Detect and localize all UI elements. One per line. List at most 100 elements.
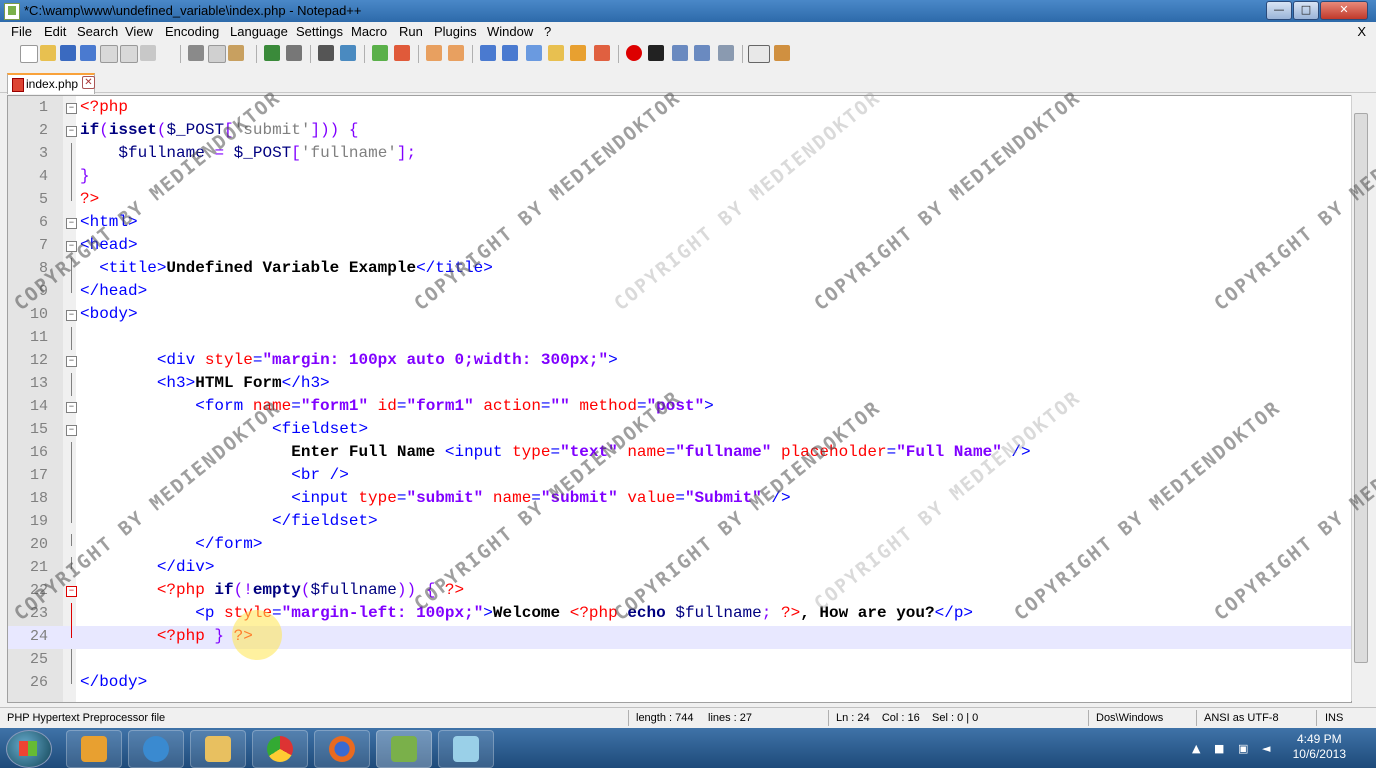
doc-map-icon[interactable] <box>570 45 586 61</box>
code-line[interactable]: 13 <h3>HTML Form</h3> <box>8 373 1351 396</box>
run-macro-multiple-icon[interactable] <box>694 45 710 61</box>
menu-search[interactable]: Search <box>77 24 118 39</box>
code-line[interactable]: 20 </form> <box>8 534 1351 557</box>
show-all-chars-icon[interactable] <box>502 45 518 61</box>
fold-toggle-icon[interactable]: − <box>66 103 77 114</box>
start-button[interactable] <box>6 730 52 768</box>
menu-file[interactable]: File <box>11 24 32 39</box>
menu-window[interactable]: Window <box>487 24 533 39</box>
code-line[interactable]: 3 $fullname = $_POST['fullname']; <box>8 143 1351 166</box>
code-line[interactable]: 25 <box>8 649 1351 672</box>
cut-icon[interactable] <box>188 45 204 61</box>
close-button[interactable]: ✕ <box>1320 1 1368 20</box>
minimize-button[interactable]: — <box>1266 1 1292 20</box>
code-line[interactable]: 22 − <?php if(!empty($fullname)) { ?> <box>8 580 1351 603</box>
code-editor[interactable]: 1− <?php 2− if(isset($_POST['submit'])) {3 … <box>7 95 1352 703</box>
code-line[interactable]: 14− <form name="form1" id="form1" action… <box>8 396 1351 419</box>
user-language-icon[interactable] <box>548 45 564 61</box>
sync-vertical-icon[interactable] <box>426 45 442 61</box>
code-line[interactable]: 26 </body> <box>8 672 1351 695</box>
paste-icon[interactable] <box>228 45 244 61</box>
record-macro-icon[interactable] <box>626 45 642 61</box>
save-macro-icon[interactable] <box>718 45 734 61</box>
play-macro-icon[interactable] <box>672 45 688 61</box>
menu-encoding[interactable]: Encoding <box>165 24 219 39</box>
open-file-icon[interactable] <box>40 45 56 61</box>
taskbar-notepad[interactable] <box>438 730 494 768</box>
code-line[interactable]: 4} <box>8 166 1351 189</box>
code-line[interactable]: 19 </fieldset> <box>8 511 1351 534</box>
network-usb-icon[interactable]: ■ <box>1214 742 1226 755</box>
zoom-out-icon[interactable] <box>394 45 410 61</box>
sync-horizontal-icon[interactable] <box>448 45 464 61</box>
taskbar-internet-explorer[interactable] <box>128 730 184 768</box>
vertical-scrollbar[interactable] <box>1351 95 1369 701</box>
fold-toggle-icon[interactable]: − <box>66 586 77 597</box>
fold-toggle-icon[interactable]: − <box>66 218 77 229</box>
code-line[interactable]: 21 </div> <box>8 557 1351 580</box>
copy-icon[interactable] <box>208 45 226 63</box>
code-line[interactable]: 11 <box>8 327 1351 350</box>
redo-icon[interactable] <box>286 45 302 61</box>
close-all-icon[interactable] <box>120 45 138 63</box>
plugin-icon[interactable] <box>774 45 790 61</box>
taskbar-firefox[interactable] <box>314 730 370 768</box>
fold-toggle-icon[interactable]: − <box>66 241 77 252</box>
menu-settings[interactable]: Settings <box>296 24 343 39</box>
taskbar-media-player[interactable] <box>66 730 122 768</box>
close-document-button[interactable]: X <box>1357 24 1366 39</box>
menu-plugins[interactable]: Plugins <box>434 24 477 39</box>
tab-index-php[interactable]: index.php ✕ <box>7 73 95 94</box>
indent-guide-icon[interactable] <box>526 45 542 61</box>
word-wrap-icon[interactable] <box>480 45 496 61</box>
close-file-icon[interactable] <box>100 45 118 63</box>
code-line[interactable]: 8 <title>Undefined Variable Example</tit… <box>8 258 1351 281</box>
code-line[interactable]: 17 <br /> <box>8 465 1351 488</box>
taskbar-chrome[interactable] <box>252 730 308 768</box>
ds-plugin-icon[interactable] <box>748 45 770 63</box>
fold-toggle-icon[interactable]: − <box>66 310 77 321</box>
menu-macro[interactable]: Macro <box>351 24 387 39</box>
taskbar-notepad-plus-plus[interactable] <box>376 730 432 768</box>
code-line[interactable]: 10 − <body> <box>8 304 1351 327</box>
undo-icon[interactable] <box>264 45 280 61</box>
code-line[interactable]: 12 − <div style="margin: 100px auto 0;wid… <box>8 350 1351 373</box>
code-line[interactable]: 15 − <fieldset> <box>8 419 1351 442</box>
show-hidden-icons[interactable]: ▲ <box>1192 742 1204 755</box>
save-all-icon[interactable] <box>80 45 96 61</box>
print-icon[interactable] <box>140 45 156 61</box>
network-icon[interactable]: ▣ <box>1238 742 1250 755</box>
volume-icon[interactable]: ◄ <box>1262 742 1274 755</box>
taskbar-explorer[interactable] <box>190 730 246 768</box>
new-file-icon[interactable] <box>20 45 38 63</box>
fold-toggle-icon[interactable]: − <box>66 425 77 436</box>
fold-toggle-icon[interactable]: − <box>66 356 77 367</box>
find-icon[interactable] <box>318 45 334 61</box>
code-line[interactable]: 23 <p style="margin-left: 100px;">Welcom… <box>8 603 1351 626</box>
fold-toggle-icon[interactable]: − <box>66 402 77 413</box>
code-line[interactable]: 16 Enter Full Name <input type="text" na… <box>8 442 1351 465</box>
code-line[interactable]: 5 ?> <box>8 189 1351 212</box>
maximize-button[interactable]: □ <box>1293 1 1319 20</box>
menu-edit[interactable]: Edit <box>44 24 66 39</box>
stop-macro-icon[interactable] <box>648 45 664 61</box>
function-list-icon[interactable] <box>594 45 610 61</box>
menu-run[interactable]: Run <box>399 24 423 39</box>
fold-toggle-icon[interactable]: − <box>66 126 77 137</box>
menu-language[interactable]: Language <box>230 24 288 39</box>
zoom-in-icon[interactable] <box>372 45 388 61</box>
replace-icon[interactable] <box>340 45 356 61</box>
code-line[interactable]: 18 <input type="submit" name="submit" va… <box>8 488 1351 511</box>
menu-view[interactable]: View <box>125 24 153 39</box>
tab-close-icon[interactable]: ✕ <box>82 76 95 89</box>
code-line[interactable]: 24 <?php } ?> <box>8 626 1351 649</box>
system-clock[interactable]: 4:49 PM 10/6/2013 <box>1293 732 1346 762</box>
code-line[interactable]: 1 − <?php <box>8 97 1351 120</box>
save-icon[interactable] <box>60 45 76 61</box>
scrollbar-thumb[interactable] <box>1354 113 1368 663</box>
code-line[interactable]: 9 </head> <box>8 281 1351 304</box>
menu-help[interactable]: ? <box>544 24 551 39</box>
code-line[interactable]: 2− if(isset($_POST['submit'])) { <box>8 120 1351 143</box>
code-line[interactable]: 6 − <html> <box>8 212 1351 235</box>
code-line[interactable]: 7 − <head> <box>8 235 1351 258</box>
